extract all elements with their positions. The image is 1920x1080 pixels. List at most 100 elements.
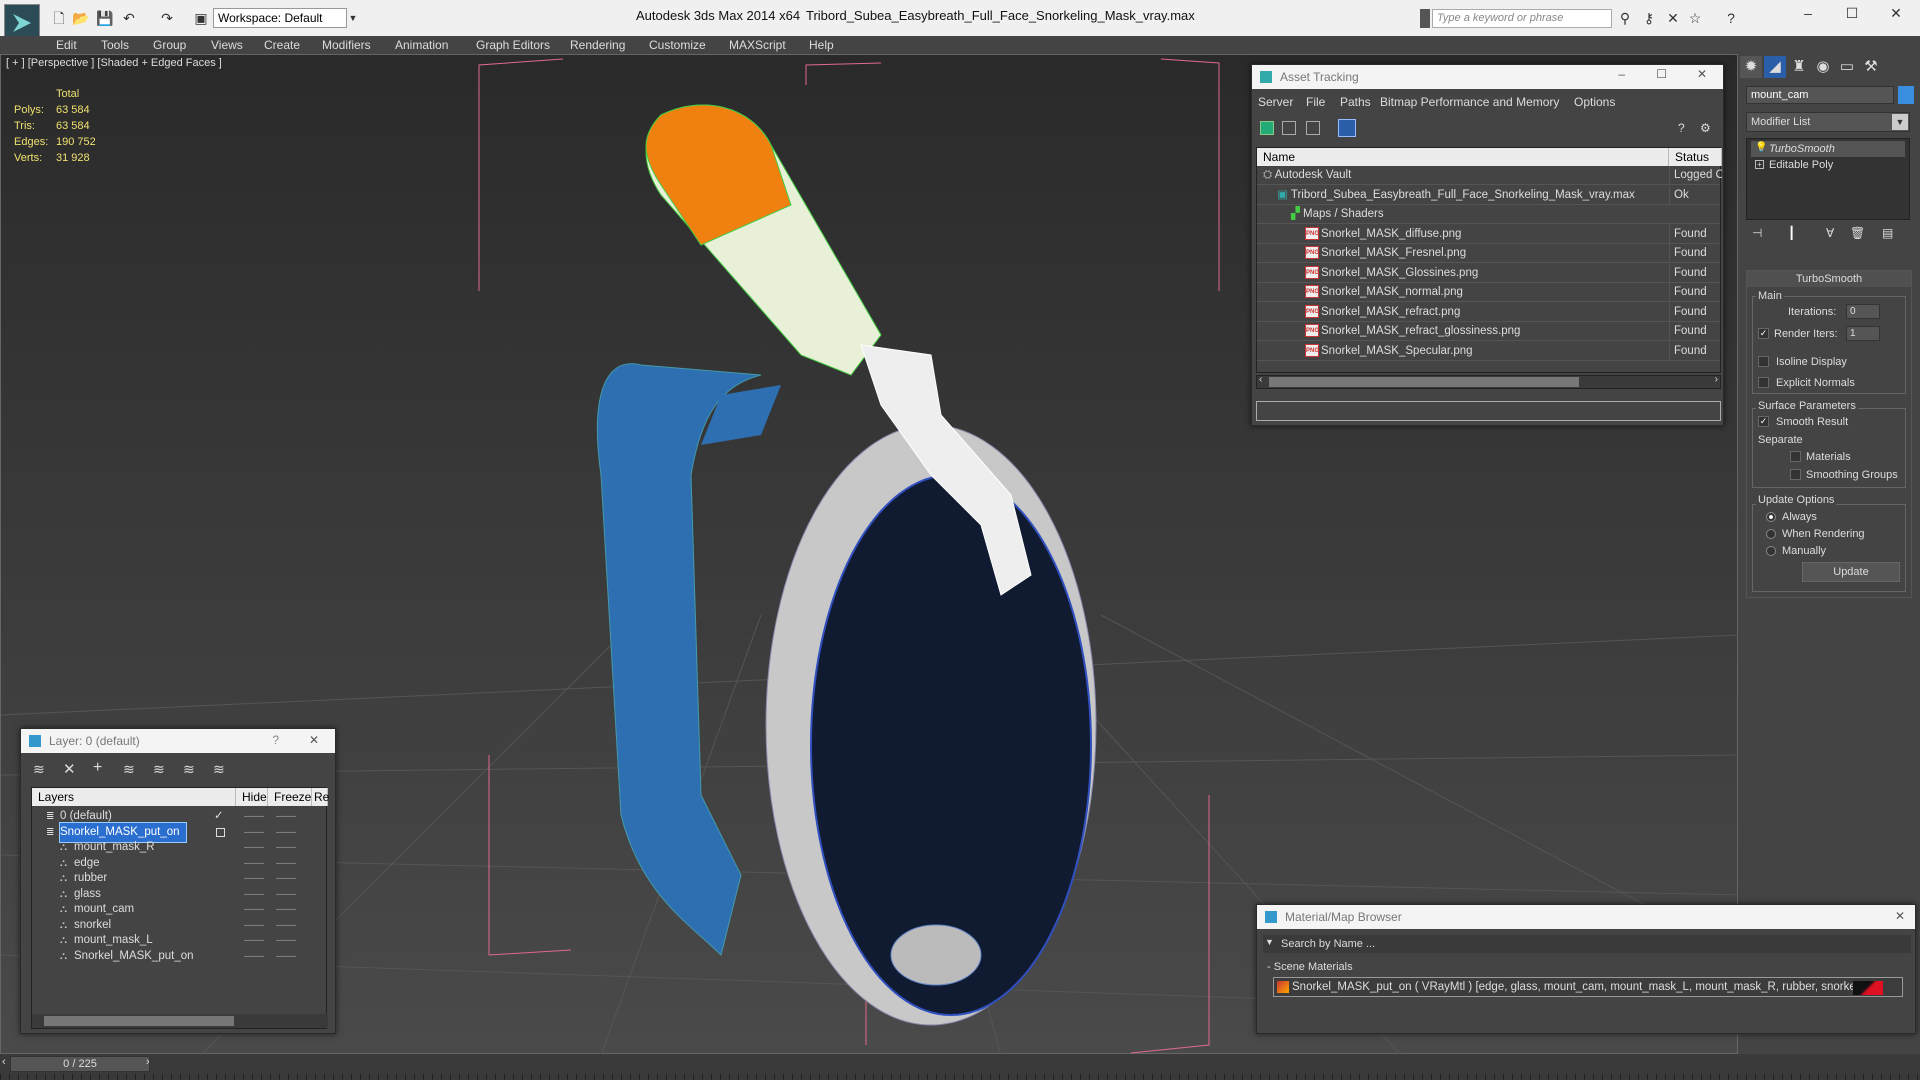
help-icon[interactable]: ? — [272, 733, 279, 747]
materials-checkbox[interactable] — [1790, 451, 1801, 462]
horizontal-scrollbar[interactable] — [32, 1014, 328, 1028]
update-button[interactable]: Update — [1802, 562, 1900, 582]
render-iters-spinner[interactable]: 1 — [1846, 326, 1880, 341]
menu-graph-editors[interactable]: Graph Editors — [476, 36, 550, 54]
chevron-left-icon[interactable]: ‹ — [1259, 374, 1262, 385]
display-tab-icon[interactable]: ▭ — [1836, 56, 1858, 78]
col-name-header[interactable]: Name — [1257, 148, 1669, 166]
timeline-ticks[interactable] — [0, 1074, 1920, 1080]
menu-help[interactable]: Help — [809, 36, 834, 54]
menu-views[interactable]: Views — [211, 36, 243, 54]
motion-tab-icon[interactable]: ◉ — [1812, 56, 1834, 78]
chevron-down-icon[interactable]: ▼ — [1892, 114, 1908, 130]
remove-modifier-icon[interactable]: 🗑 — [1850, 226, 1865, 240]
highlight-layer-icon[interactable]: ≋ — [153, 761, 165, 778]
chevron-down-icon[interactable]: ▼ — [1265, 937, 1274, 947]
explicit-normals-checkbox[interactable] — [1758, 377, 1769, 388]
when-rendering-radio[interactable] — [1766, 529, 1776, 539]
material-row[interactable]: Snorkel_MASK_put_on ( VRayMtl ) [edge, g… — [1273, 977, 1903, 997]
favorites-star-icon[interactable]: ☆ — [1686, 9, 1704, 27]
save-file-icon[interactable]: 💾 — [96, 9, 114, 27]
settings-icon[interactable]: ⚙ — [1700, 121, 1711, 135]
workspace-dropdown[interactable]: Workspace: Default — [213, 8, 347, 28]
object-name-field[interactable]: mount_cam — [1746, 86, 1894, 104]
refresh-icon[interactable] — [1260, 121, 1274, 135]
scroll-thumb[interactable] — [1269, 377, 1579, 387]
menu-create[interactable]: Create — [264, 36, 300, 54]
layer-object-row[interactable]: ⛬ Snorkel_MASK_put_on —— —— — [32, 947, 326, 966]
chevron-right-icon[interactable]: › — [146, 1056, 150, 1068]
search-expand-icon[interactable] — [1420, 9, 1430, 28]
render-iters-checkbox[interactable]: ✓ — [1758, 328, 1769, 339]
list-view-icon[interactable] — [1282, 121, 1296, 135]
project-folder-icon[interactable]: ▣ — [192, 9, 210, 27]
asset-row[interactable]: PNG Snorkel_MASK_diffuse.png Found — [1257, 224, 1720, 244]
turbosmooth-rollout-title[interactable]: TurboSmooth — [1747, 271, 1911, 287]
asset-row[interactable]: PNG Snorkel_MASK_Fresnel.png Found — [1257, 244, 1720, 263]
help-icon[interactable]: ? — [1678, 121, 1685, 135]
key-icon[interactable]: ⚷ — [1640, 9, 1658, 27]
asset-tracking-titlebar[interactable]: Asset Tracking — [1252, 65, 1723, 89]
modify-tab-icon[interactable]: ◢ — [1764, 56, 1786, 78]
always-radio[interactable] — [1766, 512, 1776, 522]
binoculars-icon[interactable]: ⚲ — [1616, 9, 1634, 27]
asset-row[interactable]: ⛭ Autodesk Vault Logged O — [1257, 166, 1722, 185]
chevron-left-icon[interactable]: ‹ — [2, 1056, 6, 1068]
manually-radio[interactable] — [1766, 546, 1776, 556]
asset-row[interactable]: ▞ Maps / Shaders — [1257, 205, 1720, 224]
time-slider[interactable]: 0 / 225 — [10, 1056, 150, 1072]
modifier-list-dropdown[interactable]: Modifier List — [1746, 112, 1910, 132]
menu-group[interactable]: Group — [153, 36, 186, 54]
freeze-toggle[interactable]: —— — [276, 947, 296, 966]
make-unique-icon[interactable]: ∀ — [1826, 226, 1834, 240]
close-icon[interactable]: ✕ — [1697, 67, 1707, 81]
asset-menu-options[interactable]: Options — [1574, 95, 1615, 109]
pin-stack-icon[interactable]: ⊣ — [1752, 226, 1762, 240]
search-input[interactable]: Type a keyword or phrase — [1432, 9, 1612, 28]
chevron-right-icon[interactable]: › — [1715, 374, 1718, 385]
scene-materials-group[interactable]: - Scene Materials — [1263, 959, 1911, 975]
smoothing-groups-checkbox[interactable] — [1790, 469, 1801, 480]
smooth-result-checkbox[interactable]: ✓ — [1758, 416, 1769, 427]
col-status-header[interactable]: Status — [1669, 148, 1722, 166]
menu-tools[interactable]: Tools — [101, 36, 129, 54]
iterations-spinner[interactable]: 0 — [1846, 304, 1880, 319]
menu-rendering[interactable]: Rendering — [570, 36, 625, 54]
hide-all-layers-icon[interactable]: ≋ — [183, 761, 195, 778]
col-hide-header[interactable]: Hide — [236, 788, 268, 806]
viewport-label[interactable]: [ + ] [Perspective ] [Shaded + Edged Fac… — [6, 57, 222, 69]
chevron-down-icon[interactable]: ▼ — [347, 8, 359, 28]
lightbulb-icon[interactable]: 💡 — [1755, 142, 1767, 154]
select-in-layer-icon[interactable]: ≋ — [123, 761, 135, 778]
asset-row[interactable]: PNG Snorkel_MASK_refract_glossiness.png Fo… — [1257, 322, 1720, 341]
horizontal-scrollbar[interactable]: ‹ › — [1256, 374, 1721, 389]
table-view-icon[interactable] — [1338, 119, 1356, 137]
maximize-icon[interactable]: ☐ — [1840, 5, 1864, 25]
col-layers-header[interactable]: Layers — [32, 788, 236, 806]
new-layer-icon[interactable]: ≋ — [33, 761, 45, 778]
minimize-icon[interactable]: – — [1796, 5, 1820, 25]
menu-edit[interactable]: Edit — [56, 36, 77, 54]
undo-icon[interactable]: ↶ — [120, 9, 138, 27]
material-browser-titlebar[interactable]: Material/Map Browser — [1257, 905, 1915, 929]
app-logo-button[interactable] — [4, 4, 40, 40]
show-end-result-icon[interactable]: ┃ — [1788, 226, 1795, 240]
configure-sets-icon[interactable]: ▤ — [1882, 226, 1893, 240]
menu-animation[interactable]: Animation — [395, 36, 448, 54]
redo-icon[interactable]: ↷ — [158, 9, 176, 27]
layer-titlebar[interactable]: Layer: 0 (default) — [21, 729, 335, 753]
maximize-icon[interactable]: ☐ — [1656, 67, 1667, 81]
close-icon[interactable]: ✕ — [1895, 909, 1905, 923]
object-color-swatch[interactable] — [1898, 86, 1914, 104]
close-icon[interactable]: ✕ — [309, 733, 319, 747]
col-freeze-header[interactable]: Freeze — [268, 788, 312, 806]
create-tab-icon[interactable]: ✹ — [1740, 56, 1762, 78]
expand-icon[interactable]: + — [1755, 160, 1764, 169]
hide-toggle[interactable]: —— — [244, 947, 264, 966]
make-current-layer-icon[interactable] — [216, 827, 225, 837]
freeze-all-layers-icon[interactable]: ≋ — [213, 761, 225, 778]
asset-menu-bitmap[interactable]: Bitmap Performance and Memory — [1380, 95, 1559, 109]
asset-row[interactable]: ▣ Tribord_Subea_Easybreath_Full_Face_Sno… — [1257, 185, 1720, 205]
new-file-icon[interactable]: 🗋 — [50, 9, 68, 27]
material-search-input[interactable]: Search by Name ... — [1263, 935, 1911, 953]
